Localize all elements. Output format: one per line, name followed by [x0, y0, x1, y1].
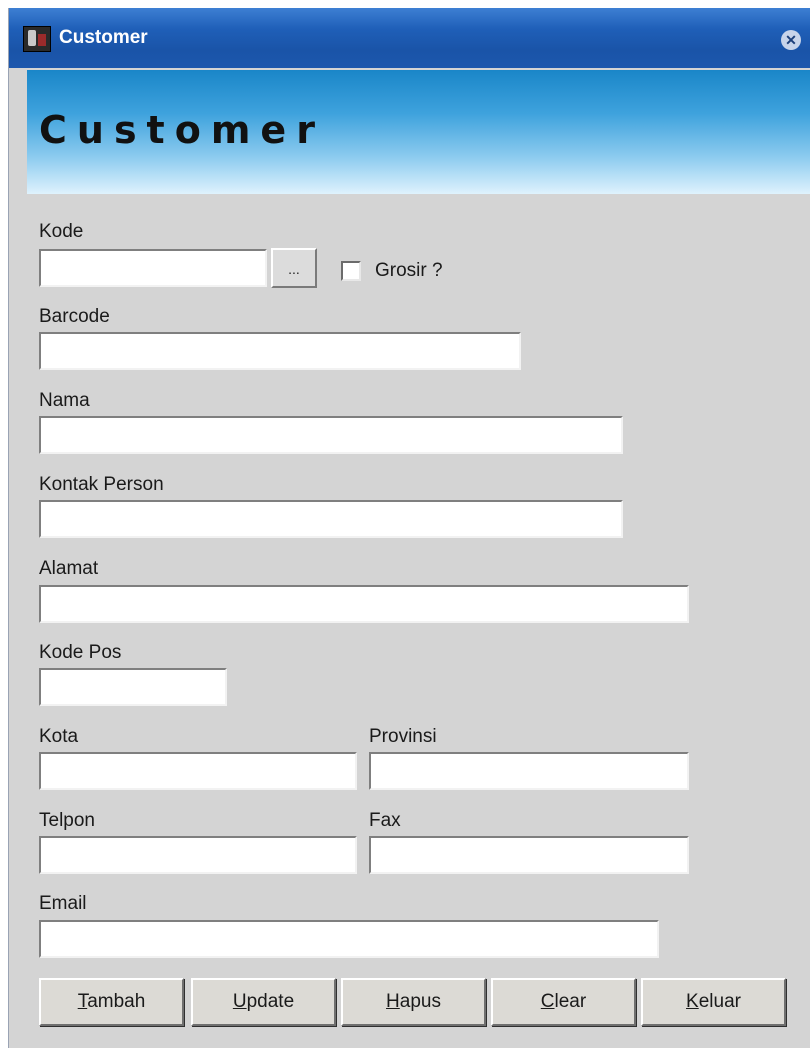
kode-label: Kode	[39, 221, 84, 242]
kontak-person-label: Kontak Person	[39, 474, 164, 495]
fax-label: Fax	[369, 810, 401, 831]
alamat-label: Alamat	[39, 558, 99, 579]
update-button[interactable]: Update	[191, 978, 336, 1026]
kota-label: Kota	[39, 726, 79, 747]
close-button[interactable]: ✕	[781, 30, 801, 50]
email-input[interactable]	[39, 920, 659, 958]
keluar-label-rest: eluar	[698, 991, 741, 1012]
email-label: Email	[39, 893, 87, 914]
header-banner: Customer	[27, 70, 810, 194]
barcode-label: Barcode	[39, 306, 110, 327]
update-accel: U	[232, 991, 247, 1012]
clear-accel: C	[540, 991, 555, 1012]
banner-title: Customer	[39, 108, 325, 152]
kode-pos-input[interactable]	[39, 668, 227, 706]
hapus-label-rest: apus	[399, 991, 441, 1012]
telpon-label: Telpon	[39, 810, 95, 831]
nama-label: Nama	[39, 390, 90, 411]
grosir-checkbox[interactable]	[341, 261, 361, 281]
nama-input[interactable]	[39, 416, 623, 454]
barcode-input[interactable]	[39, 332, 521, 370]
window-title: Customer	[59, 27, 148, 48]
kode-pos-label: Kode Pos	[39, 642, 122, 663]
provinsi-input[interactable]	[369, 752, 689, 790]
hapus-button[interactable]: Hapus	[341, 978, 486, 1026]
tambah-label-rest: ambah	[87, 991, 146, 1012]
alamat-input[interactable]	[39, 585, 689, 623]
kode-lookup-button[interactable]: ...	[271, 248, 317, 288]
app-window-icon	[23, 26, 51, 52]
kota-input[interactable]	[39, 752, 357, 790]
fax-input[interactable]	[369, 836, 689, 874]
provinsi-label: Provinsi	[369, 726, 437, 747]
tambah-button[interactable]: Tambah	[39, 978, 184, 1026]
grosir-label: Grosir ?	[375, 260, 443, 281]
keluar-accel: K	[686, 991, 699, 1012]
kontak-person-input[interactable]	[39, 500, 623, 538]
clear-button[interactable]: Clear	[491, 978, 636, 1026]
kode-input[interactable]	[39, 249, 267, 287]
customer-window: Customer ✕ Customer Kode ... Grosir ? Ba…	[8, 8, 810, 1048]
tambah-accel: T	[77, 991, 88, 1012]
hapus-accel: H	[386, 991, 400, 1012]
clear-label-rest: lear	[554, 991, 587, 1012]
close-icon: ✕	[785, 32, 797, 48]
keluar-button[interactable]: Keluar	[641, 978, 786, 1026]
telpon-input[interactable]	[39, 836, 357, 874]
update-label-rest: pdate	[246, 991, 295, 1012]
title-bar[interactable]: Customer ✕	[9, 8, 810, 68]
